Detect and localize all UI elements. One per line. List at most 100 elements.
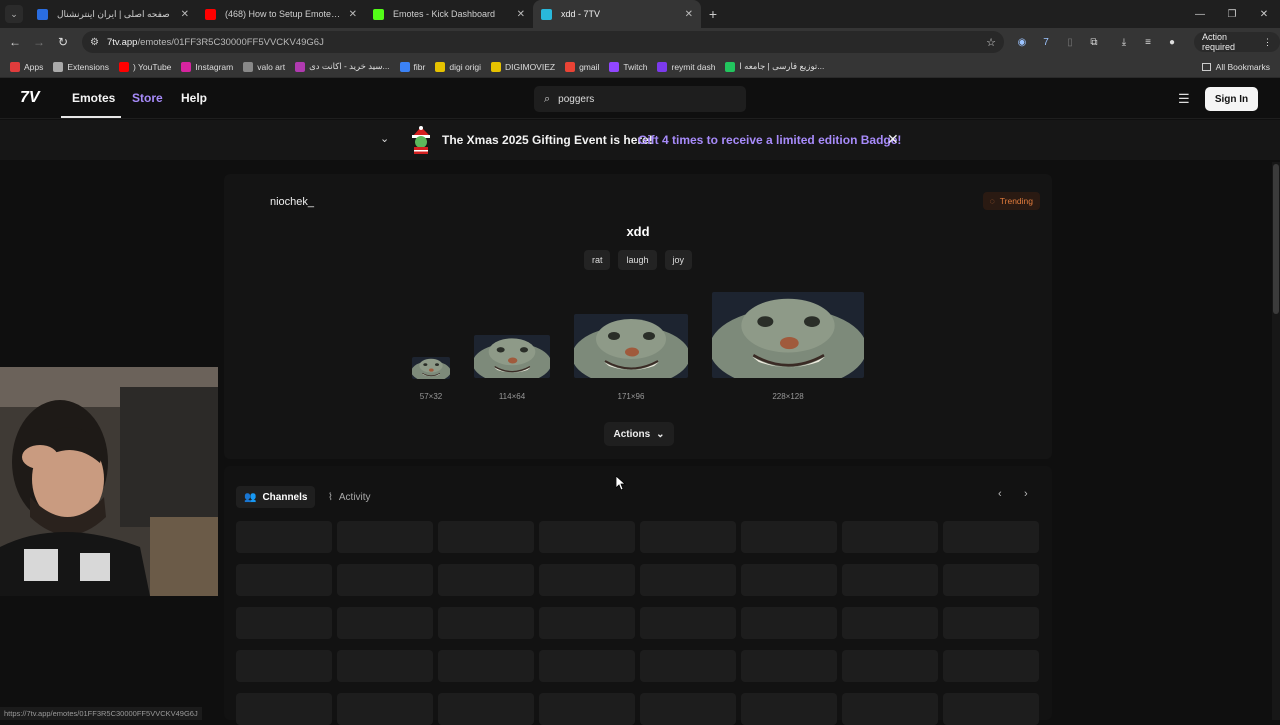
hamburger-menu-icon[interactable]: ☰: [1178, 91, 1190, 107]
actions-button[interactable]: Actions ⌄: [604, 422, 674, 446]
tab-favicon-icon: [37, 8, 48, 20]
tab-close-icon[interactable]: ✕: [517, 9, 525, 20]
browser-tab[interactable]: (468) How to Setup Emotes on ✕: [197, 0, 365, 28]
reload-icon[interactable]: ↻: [51, 35, 75, 49]
nav-emotes[interactable]: Emotes: [72, 91, 115, 105]
tab-channels[interactable]: 👥 Channels: [236, 486, 316, 508]
channel-placeholder: [741, 564, 837, 596]
tab-title: صفحه اصلی | ایران اینترنشنال: [57, 8, 170, 19]
extensions-puzzle-icon[interactable]: ⧉: [1086, 37, 1102, 48]
banner-link[interactable]: Gift 4 times to receive a limited editio…: [638, 133, 901, 147]
bookmark-favicon-icon: [53, 61, 64, 72]
action-required-button[interactable]: Action required ⋮: [1194, 32, 1280, 52]
browser-tab[interactable]: Emotes - Kick Dashboard ✕: [365, 0, 533, 28]
channel-placeholder: [741, 650, 837, 682]
more-menu-icon[interactable]: ⋮: [1263, 37, 1272, 48]
bookmark-item[interactable]: digi origi: [435, 61, 481, 72]
tab-title: xdd - 7TV: [561, 9, 601, 19]
bookmark-star-icon[interactable]: ☆: [986, 36, 996, 49]
extension-trash-icon[interactable]: ▯: [1062, 37, 1078, 48]
emote-preview-4x[interactable]: [712, 292, 864, 378]
channel-placeholder: [741, 607, 837, 639]
emote-preview-2x[interactable]: [474, 335, 550, 378]
tab-close-icon[interactable]: ✕: [685, 9, 693, 20]
new-tab-button[interactable]: +: [701, 6, 725, 22]
folder-icon: [1201, 62, 1211, 71]
tab-favicon-icon: [541, 8, 552, 20]
channel-placeholder: [640, 564, 736, 596]
close-icon[interactable]: ✕: [887, 131, 899, 148]
extension-audio-icon[interactable]: ◉: [1014, 37, 1030, 48]
minimize-icon[interactable]: —: [1184, 0, 1216, 28]
site-info-icon[interactable]: ⚙: [90, 37, 99, 48]
media-control-icon[interactable]: ≡: [1140, 37, 1156, 48]
emote-author[interactable]: niochek_: [270, 196, 314, 208]
channel-placeholder: [640, 521, 736, 553]
emote-preview-1x[interactable]: [412, 357, 450, 379]
emote-tag[interactable]: laugh: [618, 250, 657, 270]
bookmark-item[interactable]: توزیع فارسی | جامعه ا...: [725, 61, 824, 72]
bookmark-label: Apps: [24, 61, 44, 72]
restore-icon[interactable]: ❐: [1216, 0, 1248, 28]
bookmark-item[interactable]: fibr: [399, 61, 425, 72]
browser-tab-strip: ⌄ صفحه اصلی | ایران اینترنشنال ✕ (468) How…: [0, 0, 1280, 28]
bookmark-favicon-icon: [243, 61, 254, 72]
bookmark-label: Extensions: [67, 61, 109, 72]
search-value: poggers: [558, 93, 595, 105]
bookmark-item[interactable]: Apps: [10, 61, 43, 72]
search-input[interactable]: ⌕ poggers: [534, 86, 746, 112]
tab-favicon-icon: [373, 8, 384, 20]
close-window-icon[interactable]: ✕: [1248, 0, 1280, 28]
address-bar[interactable]: ⚙ 7tv.app/emotes/01FF3R5C30000FF5VVCKV49…: [82, 31, 1004, 53]
tab-close-icon[interactable]: ✕: [181, 9, 189, 20]
nav-help[interactable]: Help: [181, 91, 207, 105]
sign-in-button[interactable]: Sign In: [1205, 87, 1258, 111]
bookmark-item[interactable]: valo art: [243, 61, 285, 72]
bookmark-item[interactable]: Extensions: [53, 61, 109, 72]
address-bar-row: ← → ↻ ⚙ 7tv.app/emotes/01FF3R5C30000FF5V…: [0, 28, 1280, 56]
size-label-4x: 228×128: [772, 392, 804, 401]
channel-placeholder: [943, 693, 1039, 725]
scrollbar-thumb[interactable]: [1273, 164, 1279, 314]
channel-placeholder: [337, 650, 433, 682]
bookmark-item[interactable]: Twitch: [609, 61, 647, 72]
channel-placeholder: [539, 650, 635, 682]
emote-card: niochek_ ◌ Trending xdd rat laugh joy 57×32…: [224, 174, 1052, 459]
emote-tag[interactable]: joy: [664, 250, 693, 270]
bookmark-favicon-icon: [399, 61, 410, 72]
browser-tab[interactable]: صفحه اصلی | ایران اینترنشنال ✕: [29, 0, 197, 28]
emote-preview-3x[interactable]: [574, 314, 688, 378]
emote-tag[interactable]: rat: [583, 250, 611, 270]
emote-tags: rat laugh joy: [224, 250, 1052, 270]
bookmark-item[interactable]: سید خرید - اکانت دی...: [295, 61, 390, 72]
forward-icon[interactable]: →: [27, 35, 51, 49]
extension-7tv-icon[interactable]: 7: [1038, 37, 1054, 48]
bookmark-item[interactable]: Instagram: [181, 61, 233, 72]
chevron-down-icon[interactable]: ⌄: [380, 132, 389, 145]
channels-panel: 👥 Channels ⌇ Activity ‹ ›: [224, 466, 1052, 725]
tab-close-icon[interactable]: ✕: [349, 9, 357, 20]
back-icon[interactable]: ←: [3, 35, 27, 49]
activity-icon: ⌇: [328, 491, 333, 503]
channel-placeholder: [438, 693, 534, 725]
mouse-cursor-icon: [616, 476, 626, 490]
page-scrollbar[interactable]: [1272, 162, 1280, 720]
downloads-icon[interactable]: ⤓: [1116, 37, 1132, 48]
tab-search-icon[interactable]: ⌄: [5, 5, 23, 23]
bookmark-item[interactable]: gmail: [565, 61, 599, 72]
channel-placeholder: [236, 521, 332, 553]
tab-activity[interactable]: ⌇ Activity: [320, 486, 379, 508]
all-bookmarks-button[interactable]: All Bookmarks: [1201, 62, 1270, 72]
bookmark-item[interactable]: reymit dash: [657, 61, 715, 72]
channel-placeholder: [236, 607, 332, 639]
nav-store[interactable]: Store: [132, 91, 163, 105]
bookmark-label: Instagram: [195, 61, 234, 72]
next-page-icon[interactable]: ›: [1024, 488, 1028, 500]
prev-page-icon[interactable]: ‹: [998, 488, 1002, 500]
7tv-logo[interactable]: 7V: [20, 89, 40, 107]
bookmark-item[interactable]: DIGIMOVIEZ: [491, 61, 555, 72]
channel-placeholder: [842, 521, 938, 553]
profile-avatar-icon[interactable]: ●: [1164, 37, 1180, 48]
browser-tab[interactable]: xdd - 7TV ✕: [533, 0, 701, 28]
bookmark-item[interactable]: ) YouTube: [118, 61, 171, 72]
